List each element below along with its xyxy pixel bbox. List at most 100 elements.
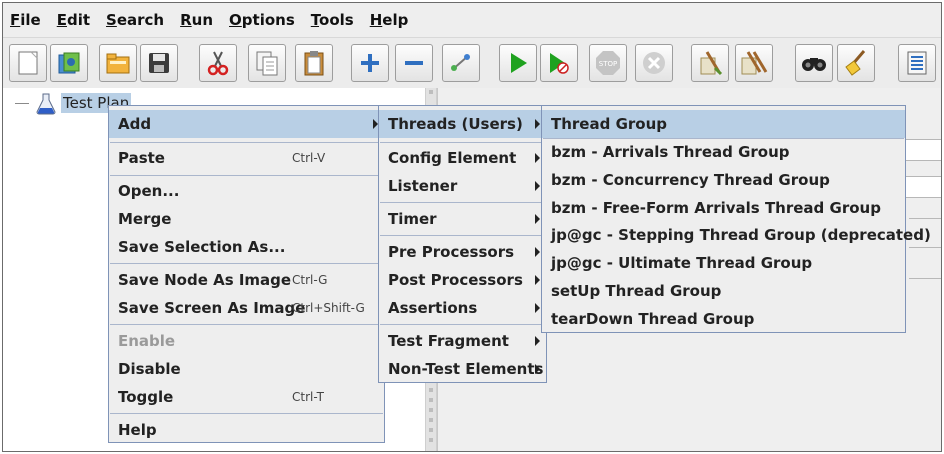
context-menu-merge[interactable]: Merge bbox=[109, 205, 384, 233]
add-submenu-test-fragment[interactable]: Test Fragment bbox=[379, 327, 546, 355]
add-submenu-timer[interactable]: Timer bbox=[379, 205, 546, 233]
start-no-pauses-button[interactable] bbox=[540, 44, 578, 82]
open-button[interactable] bbox=[99, 44, 137, 82]
submenu-arrow-icon bbox=[535, 153, 540, 163]
threads-submenu-bzm-concurrency[interactable]: bzm - Concurrency Thread Group bbox=[542, 166, 905, 194]
cut-icon bbox=[207, 51, 229, 76]
add-submenu-non-test-elements[interactable]: Non-Test Elements bbox=[379, 355, 546, 383]
add-submenu-listener[interactable]: Listener bbox=[379, 172, 546, 200]
menu-separator bbox=[110, 413, 383, 414]
start-no-pauses-icon bbox=[550, 53, 569, 74]
copy-button[interactable] bbox=[248, 44, 286, 82]
context-menu-save-selection-as[interactable]: Save Selection As... bbox=[109, 233, 384, 261]
menu-separator bbox=[110, 142, 383, 143]
context-menu-toggle[interactable]: Toggle Ctrl-T bbox=[109, 383, 384, 411]
submenu-arrow-icon bbox=[535, 247, 540, 257]
stop-button[interactable]: STOP bbox=[589, 44, 627, 82]
add-submenu-post-processors[interactable]: Post Processors bbox=[379, 266, 546, 294]
threads-submenu-jpgc-stepping[interactable]: jp@gc - Stepping Thread Group (deprecate… bbox=[542, 221, 931, 249]
menu-help[interactable]: Help bbox=[369, 11, 410, 29]
threads-submenu-thread-group[interactable]: Thread Group bbox=[542, 110, 905, 138]
details-divider bbox=[909, 278, 941, 279]
cut-button[interactable] bbox=[199, 44, 237, 82]
context-menu-help[interactable]: Help bbox=[109, 416, 384, 444]
expand-all-icon bbox=[361, 54, 379, 72]
clear-button[interactable] bbox=[691, 44, 729, 82]
menu-search[interactable]: Search bbox=[105, 11, 165, 29]
menu-tools[interactable]: Tools bbox=[310, 11, 355, 29]
stop-icon: STOP bbox=[596, 51, 620, 75]
search-button[interactable] bbox=[795, 44, 833, 82]
menu-bar: File Edit Search Run Options Tools Help bbox=[3, 3, 941, 37]
submenu-arrow-icon bbox=[535, 181, 540, 191]
templates-icon bbox=[58, 52, 80, 74]
menu-file[interactable]: File bbox=[9, 11, 42, 29]
context-menu-paste[interactable]: Paste Ctrl-V bbox=[109, 144, 384, 172]
flask-icon bbox=[36, 93, 56, 115]
threads-submenu-setup-thread-group[interactable]: setUp Thread Group bbox=[542, 277, 905, 305]
context-menu: Add Paste Ctrl-V Open... Merge Save Selec… bbox=[108, 105, 385, 443]
menu-separator bbox=[380, 235, 545, 236]
save-icon bbox=[149, 53, 169, 73]
shutdown-button[interactable] bbox=[635, 44, 673, 82]
clear-all-icon bbox=[741, 51, 768, 75]
context-menu-save-node-as-image[interactable]: Save Node As Image Ctrl-G bbox=[109, 266, 384, 294]
start-button[interactable] bbox=[499, 44, 537, 82]
save-button[interactable] bbox=[140, 44, 178, 82]
paste-icon bbox=[304, 51, 324, 76]
submenu-arrow-icon bbox=[535, 119, 540, 129]
templates-button[interactable] bbox=[50, 44, 88, 82]
details-divider bbox=[909, 218, 941, 219]
submenu-arrow-icon bbox=[535, 214, 540, 224]
menu-edit[interactable]: Edit bbox=[56, 11, 91, 29]
add-submenu-threads-users[interactable]: Threads (Users) bbox=[379, 110, 546, 138]
toggle-icon bbox=[451, 54, 470, 71]
submenu-arrow-icon bbox=[535, 336, 540, 346]
search-icon bbox=[802, 58, 826, 71]
svg-text:STOP: STOP bbox=[599, 60, 617, 68]
add-submenu-pre-processors[interactable]: Pre Processors bbox=[379, 238, 546, 266]
function-helper-button[interactable] bbox=[898, 44, 936, 82]
threads-submenu-teardown-thread-group[interactable]: tearDown Thread Group bbox=[542, 305, 905, 333]
new-button[interactable] bbox=[9, 44, 47, 82]
reset-search-button[interactable] bbox=[837, 44, 875, 82]
new-icon bbox=[18, 51, 38, 75]
tree-expander[interactable] bbox=[15, 103, 29, 104]
reset-search-icon bbox=[845, 50, 866, 76]
open-icon bbox=[106, 53, 130, 74]
toggle-button[interactable] bbox=[442, 44, 480, 82]
threads-submenu-bzm-arrivals[interactable]: bzm - Arrivals Thread Group bbox=[542, 138, 905, 166]
shutdown-icon bbox=[643, 52, 665, 74]
expand-all-button[interactable] bbox=[351, 44, 389, 82]
menu-separator bbox=[110, 175, 383, 176]
threads-submenu-jpgc-ultimate[interactable]: jp@gc - Ultimate Thread Group bbox=[542, 249, 905, 277]
submenu-arrow-icon bbox=[535, 364, 540, 374]
menu-separator bbox=[110, 263, 383, 264]
clear-all-button[interactable] bbox=[735, 44, 773, 82]
context-menu-add[interactable]: Add bbox=[109, 110, 384, 138]
jmeter-window: File Edit Search Run Options Tools Help bbox=[2, 2, 942, 452]
add-submenu: Threads (Users) Config Element Listener … bbox=[378, 105, 547, 383]
menu-options[interactable]: Options bbox=[228, 11, 296, 29]
toolbar: STOP bbox=[3, 37, 941, 89]
submenu-arrow-icon bbox=[535, 275, 540, 285]
threads-submenu: Thread Group bzm - Arrivals Thread Group… bbox=[541, 105, 931, 333]
collapse-all-icon bbox=[405, 61, 423, 65]
menu-separator bbox=[380, 142, 545, 143]
clear-icon bbox=[700, 51, 723, 76]
submenu-arrow-icon bbox=[535, 303, 540, 313]
copy-icon bbox=[256, 51, 278, 76]
add-submenu-assertions[interactable]: Assertions bbox=[379, 294, 546, 322]
context-menu-open[interactable]: Open... bbox=[109, 177, 384, 205]
menu-separator bbox=[380, 324, 545, 325]
add-submenu-config-element[interactable]: Config Element bbox=[379, 144, 546, 172]
context-menu-save-screen-as-image[interactable]: Save Screen As Image Ctrl+Shift-G bbox=[109, 294, 384, 322]
context-menu-enable: Enable bbox=[118, 332, 176, 350]
start-icon bbox=[511, 53, 527, 73]
paste-button[interactable] bbox=[295, 44, 333, 82]
context-menu-disable[interactable]: Disable bbox=[109, 355, 384, 383]
collapse-all-button[interactable] bbox=[395, 44, 433, 82]
threads-submenu-bzm-free-form-arrivals[interactable]: bzm - Free-Form Arrivals Thread Group bbox=[542, 194, 905, 222]
menu-run[interactable]: Run bbox=[179, 11, 214, 29]
menu-separator bbox=[110, 324, 383, 325]
